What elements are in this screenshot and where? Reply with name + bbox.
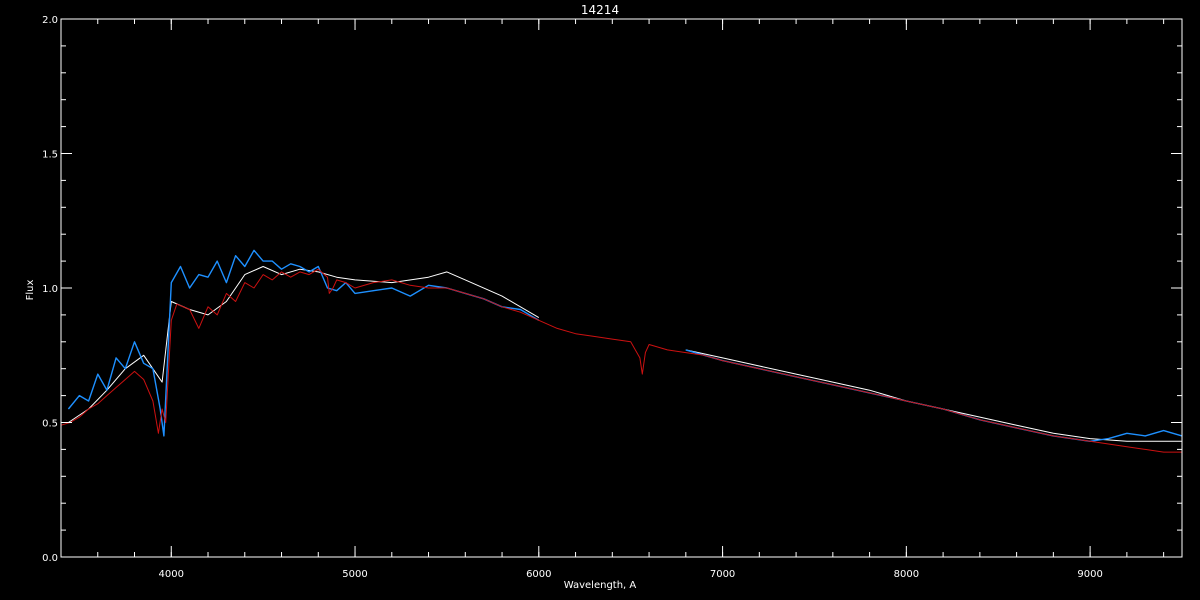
- y-tick-label: 1.0: [42, 284, 58, 295]
- x-tick-label: 6000: [526, 569, 551, 580]
- y-tick-label: 2.0: [42, 15, 58, 26]
- y-tick-label: 0.5: [42, 419, 58, 430]
- spectrum-chart: 4000 5000 6000 7000 8000 90000.00.51.01.52.0 …: [0, 0, 1200, 600]
- chart-background: [0, 0, 1200, 600]
- chart-title: 14214: [581, 3, 619, 17]
- x-axis-label: Wavelength, A: [564, 580, 637, 591]
- y-axis-label: Flux: [25, 280, 36, 301]
- x-tick-label: 9000: [1077, 569, 1102, 580]
- y-tick-label: 0.0: [42, 553, 58, 564]
- x-tick-label: 5000: [342, 569, 367, 580]
- x-tick-label: 7000: [710, 569, 735, 580]
- x-tick-label: 4000: [159, 569, 184, 580]
- x-tick-label: 8000: [894, 569, 919, 580]
- y-tick-label: 1.5: [42, 150, 58, 161]
